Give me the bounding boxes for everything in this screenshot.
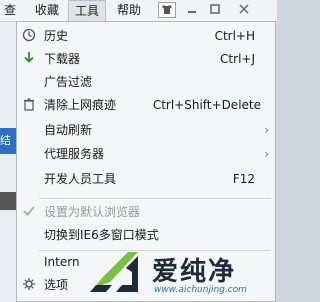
chevron-right-icon: › xyxy=(264,147,269,161)
menu-item-shortcut: Ctrl+J xyxy=(220,52,255,66)
menu-item-developer-tools[interactable]: 开发人员工具 F12 xyxy=(17,168,275,191)
menu-item-set-default-browser: 设置为默认浏览器 xyxy=(17,201,275,224)
menu-item-ad-filter[interactable]: 广告过滤 xyxy=(17,71,275,94)
background-tab-text: 结站 xyxy=(0,134,11,147)
background-page xyxy=(0,22,17,302)
watermark-url: www.aichunjing.com xyxy=(154,285,247,295)
menu-item-label: 选项 xyxy=(44,278,69,292)
restore-icon[interactable] xyxy=(206,2,224,18)
menu-view[interactable]: 查看 xyxy=(0,0,20,21)
background-tab: 结站 xyxy=(0,128,17,154)
trash-icon xyxy=(20,97,38,114)
menu-item-label: 代理服务器 xyxy=(44,147,105,161)
menu-item-label: 历史 xyxy=(44,29,69,43)
close-icon[interactable] xyxy=(235,2,253,18)
clock-icon xyxy=(20,28,38,45)
menu-item-label: 自动刷新 xyxy=(44,123,93,137)
gear-icon xyxy=(20,277,38,294)
watermark-brand: 爱纯净 xyxy=(152,257,237,287)
menu-item-history[interactable]: 历史 Ctrl+H xyxy=(17,25,275,48)
menu-item-downloader[interactable]: 下载器 Ctrl+J xyxy=(17,48,275,71)
watermark: 爱纯净 www.aichunjing.com xyxy=(88,248,277,302)
menu-tools[interactable]: 工具 xyxy=(68,0,106,21)
minimize-icon[interactable] xyxy=(183,2,201,18)
menu-item-label: 广告过滤 xyxy=(44,75,93,89)
download-arrow-icon xyxy=(20,51,38,68)
watermark-logo-icon xyxy=(90,252,138,292)
menu-bar: 查看 收藏 工具 帮助 xyxy=(0,0,277,22)
menu-item-label: Intern xyxy=(44,255,80,269)
menu-favorites[interactable]: 收藏 xyxy=(30,0,64,21)
menu-item-clear-traces[interactable]: 清除上网痕迹 Ctrl+Shift+Delete xyxy=(17,94,275,117)
checkmark-icon xyxy=(20,204,38,221)
menu-item-switch-ie6-mode[interactable]: 切换到IE6多窗口模式 xyxy=(17,224,275,247)
menu-item-shortcut: F12 xyxy=(232,172,255,186)
menu-separator xyxy=(39,198,271,199)
menu-item-auto-refresh[interactable]: 自动刷新 › xyxy=(17,119,275,142)
menu-item-label: 设置为默认浏览器 xyxy=(44,205,141,219)
menu-item-label: 下载器 xyxy=(44,52,81,66)
menu-item-label: 开发人员工具 xyxy=(44,172,117,186)
menu-item-proxy-server[interactable]: 代理服务器 › xyxy=(17,143,275,166)
background-bar xyxy=(0,192,17,210)
menu-item-shortcut: Ctrl+H xyxy=(214,29,255,43)
menu-item-shortcut: Ctrl+Shift+Delete xyxy=(152,98,261,112)
menu-help[interactable]: 帮助 xyxy=(112,0,146,21)
menu-item-label: 切换到IE6多窗口模式 xyxy=(44,228,159,242)
shirt-skin-icon[interactable] xyxy=(158,2,176,18)
chevron-right-icon: › xyxy=(264,123,269,137)
menu-item-label: 清除上网痕迹 xyxy=(44,98,117,112)
